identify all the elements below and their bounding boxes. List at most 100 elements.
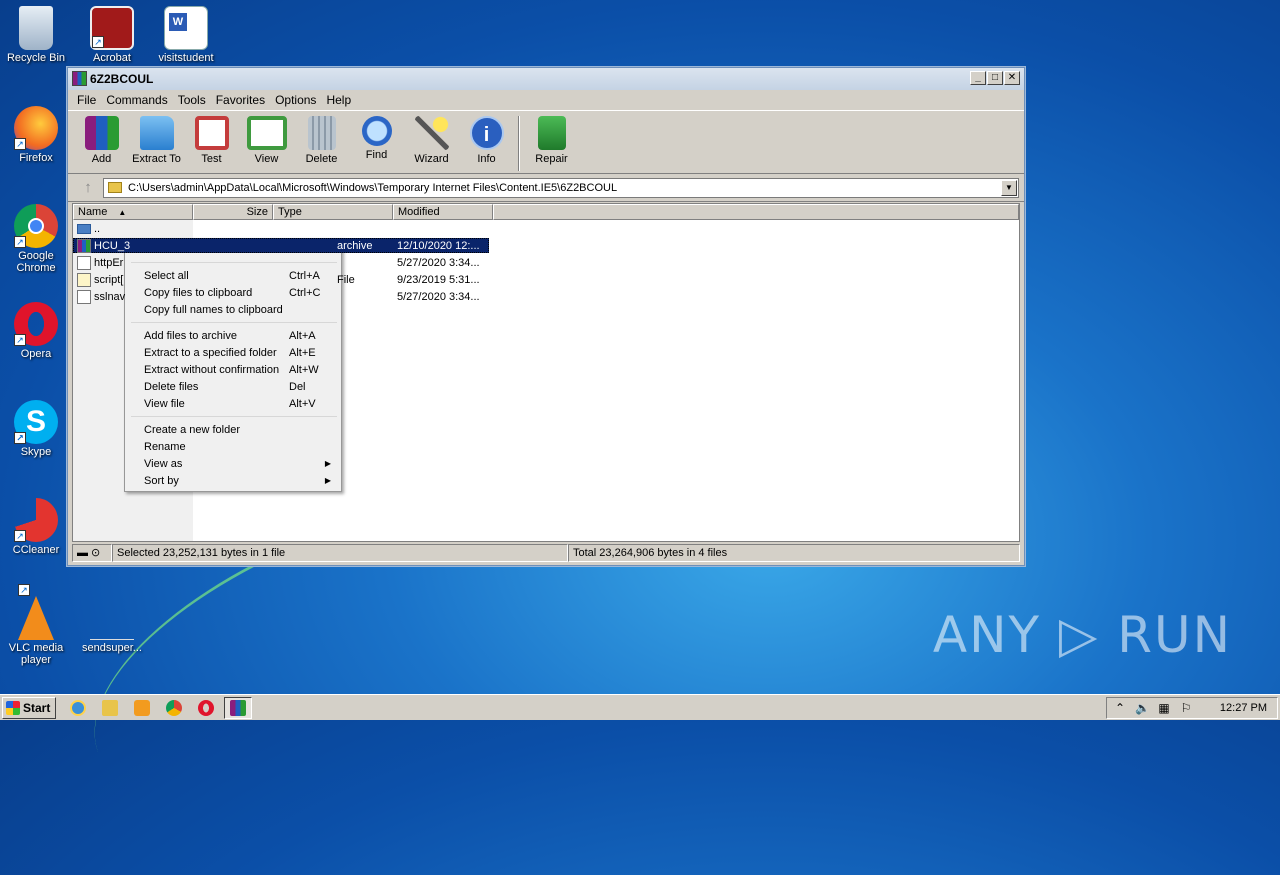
- chrome-icon: [166, 699, 182, 716]
- status-bar: ▬ ⊙ Selected 23,252,131 bytes in 1 file …: [72, 544, 1020, 562]
- menu-item-add-files[interactable]: Add files to archive Alt+A: [127, 327, 339, 344]
- anyrun-watermark: ANY ▷ RUN: [932, 606, 1232, 664]
- table-row[interactable]: httpEr 5/27/2020 3:34...: [73, 254, 1019, 271]
- tool-label: Repair: [535, 153, 568, 165]
- desktop-icon-opera[interactable]: ↗ Opera: [0, 302, 72, 360]
- menu-item-rename[interactable]: Rename: [127, 438, 339, 455]
- find-button[interactable]: Find: [349, 114, 404, 173]
- desktop-icon-label: sendsuper...: [82, 642, 142, 654]
- volume-icon[interactable]: 🔈: [1135, 701, 1150, 715]
- desktop-icon-chrome[interactable]: ↗ Google Chrome: [0, 204, 72, 274]
- extract-folder-icon: [139, 116, 174, 150]
- path-text: C:\Users\admin\AppData\Local\Microsoft\W…: [128, 181, 618, 194]
- menu-options[interactable]: Options: [270, 93, 321, 107]
- desktop-icon-label: Google Chrome: [16, 250, 56, 274]
- taskbar-chrome[interactable]: [160, 697, 188, 719]
- repair-button[interactable]: Repair: [524, 114, 579, 173]
- submenu-arrow-icon: ▶: [324, 459, 331, 468]
- tool-label: Find: [365, 149, 388, 161]
- menu-favorites[interactable]: Favorites: [211, 93, 270, 107]
- column-size[interactable]: Size: [193, 204, 273, 220]
- opera-icon: [198, 699, 214, 716]
- folder-icon: [108, 182, 122, 193]
- winrar-app-icon: [72, 71, 87, 86]
- maximize-button[interactable]: □: [987, 71, 1003, 85]
- chevron-down-icon[interactable]: ▼: [1001, 179, 1017, 196]
- table-row[interactable]: script[ File 9/23/2019 5:31...: [73, 271, 1019, 288]
- table-row[interactable]: sslnav 5/27/2020 3:34...: [73, 288, 1019, 305]
- menu-item-create-folder[interactable]: Create a new folder: [127, 421, 339, 438]
- desktop-icon-visitstudent[interactable]: W visitstudent: [150, 6, 222, 64]
- desktop-icon-ccleaner[interactable]: ↗ CCleaner: [0, 498, 72, 556]
- desktop-icon-vlc[interactable]: ↗ VLC media player: [0, 584, 72, 666]
- desktop-icon-sendsuper[interactable]: sendsuper...: [76, 596, 148, 654]
- network-icon[interactable]: ▦: [1157, 701, 1171, 715]
- table-row-parent[interactable]: ..: [73, 220, 1019, 237]
- taskbar-opera[interactable]: [192, 697, 220, 719]
- parent-folder-icon: [77, 223, 91, 234]
- tool-label: View: [254, 153, 279, 165]
- tool-label: Wizard: [414, 153, 449, 165]
- address-bar: ↑ C:\Users\admin\AppData\Local\Microsoft…: [68, 174, 1024, 202]
- vlc-cone-icon: ↗: [18, 584, 54, 640]
- menu-tools[interactable]: Tools: [173, 93, 211, 107]
- test-button[interactable]: Test: [184, 114, 239, 173]
- taskbar-explorer[interactable]: [96, 697, 124, 719]
- desktop-icon-recycle-bin[interactable]: Recycle Bin: [0, 6, 72, 64]
- menu-item-view-as[interactable]: View as ▶: [127, 455, 339, 472]
- toolbar: Add Extract To Test View Delete Find Wiz…: [68, 110, 1024, 174]
- drive-icon[interactable]: ▬ ⊙: [72, 544, 112, 562]
- start-button[interactable]: Start: [2, 696, 56, 719]
- column-name[interactable]: Name ▲: [73, 204, 193, 220]
- desktop-icon-label: Opera: [20, 348, 52, 360]
- close-button[interactable]: ✕: [1004, 71, 1020, 85]
- add-archive-icon: [84, 116, 119, 150]
- taskbar-winrar[interactable]: [224, 696, 252, 719]
- test-clipboard-icon: [194, 116, 229, 150]
- tool-label: Test: [201, 153, 222, 165]
- clock[interactable]: 12:27 PM: [1220, 702, 1267, 714]
- column-type[interactable]: Type: [273, 204, 393, 220]
- submenu-arrow-icon: ▶: [324, 476, 331, 485]
- desktop-icon-firefox[interactable]: ↗ Firefox: [0, 106, 72, 164]
- file-modified: 5/27/2020 3:34...: [397, 256, 480, 269]
- file-icon: [77, 289, 91, 304]
- add-button[interactable]: Add: [74, 114, 129, 173]
- extract-to-button[interactable]: Extract To: [129, 114, 184, 173]
- up-folder-button[interactable]: ↑: [73, 179, 103, 196]
- tool-label: Extract To: [132, 153, 181, 165]
- tool-label: Add: [91, 153, 112, 165]
- repair-icon: [537, 116, 566, 150]
- menu-item-extract-without-confirmation[interactable]: Extract without confirmation Alt+W: [127, 361, 339, 378]
- view-button[interactable]: View: [239, 114, 294, 173]
- desktop-icon-label: Skype: [20, 446, 52, 458]
- taskbar-ie[interactable]: [64, 697, 92, 719]
- file-icon: [77, 255, 91, 270]
- tool-label: Info: [477, 153, 496, 165]
- file-modified: 5/27/2020 3:34...: [397, 290, 480, 303]
- show-hidden-icons-icon[interactable]: ⌃: [1113, 701, 1127, 715]
- wizard-button[interactable]: Wizard: [404, 114, 459, 173]
- menu-commands[interactable]: Commands: [101, 93, 172, 107]
- window-titlebar[interactable]: 6Z2BCOUL _ □ ✕: [68, 68, 1024, 90]
- column-filler: [493, 204, 1019, 220]
- menu-item-sort-by[interactable]: Sort by ▶: [127, 472, 339, 489]
- delete-button[interactable]: Delete: [294, 114, 349, 173]
- desktop-icon-label: VLC media player: [8, 642, 64, 666]
- menu-help[interactable]: Help: [321, 93, 356, 107]
- menu-item-extract-to-folder[interactable]: Extract to a specified folder Alt+E: [127, 344, 339, 361]
- desktop-icon-skype[interactable]: S ↗ Skype: [0, 400, 72, 458]
- desktop-icon-acrobat[interactable]: ↗ Acrobat: [76, 6, 148, 64]
- menu-item-view-file[interactable]: View file Alt+V: [127, 395, 339, 412]
- recycle-bin-icon: [19, 6, 53, 50]
- table-row-selected[interactable]: HCU_3 archive 12/10/2020 12:...: [73, 237, 1019, 254]
- taskbar-media-player[interactable]: [128, 697, 156, 719]
- info-button[interactable]: i Info: [459, 114, 514, 173]
- minimize-button[interactable]: _: [970, 71, 986, 85]
- menu-item-delete-files[interactable]: Delete files Del: [127, 378, 339, 395]
- path-combobox[interactable]: C:\Users\admin\AppData\Local\Microsoft\W…: [103, 177, 1019, 198]
- column-modified[interactable]: Modified: [393, 204, 493, 220]
- menu-file[interactable]: File: [72, 93, 101, 107]
- action-center-flag-icon[interactable]: ⚐: [1179, 701, 1193, 715]
- tool-label: Delete: [305, 153, 338, 165]
